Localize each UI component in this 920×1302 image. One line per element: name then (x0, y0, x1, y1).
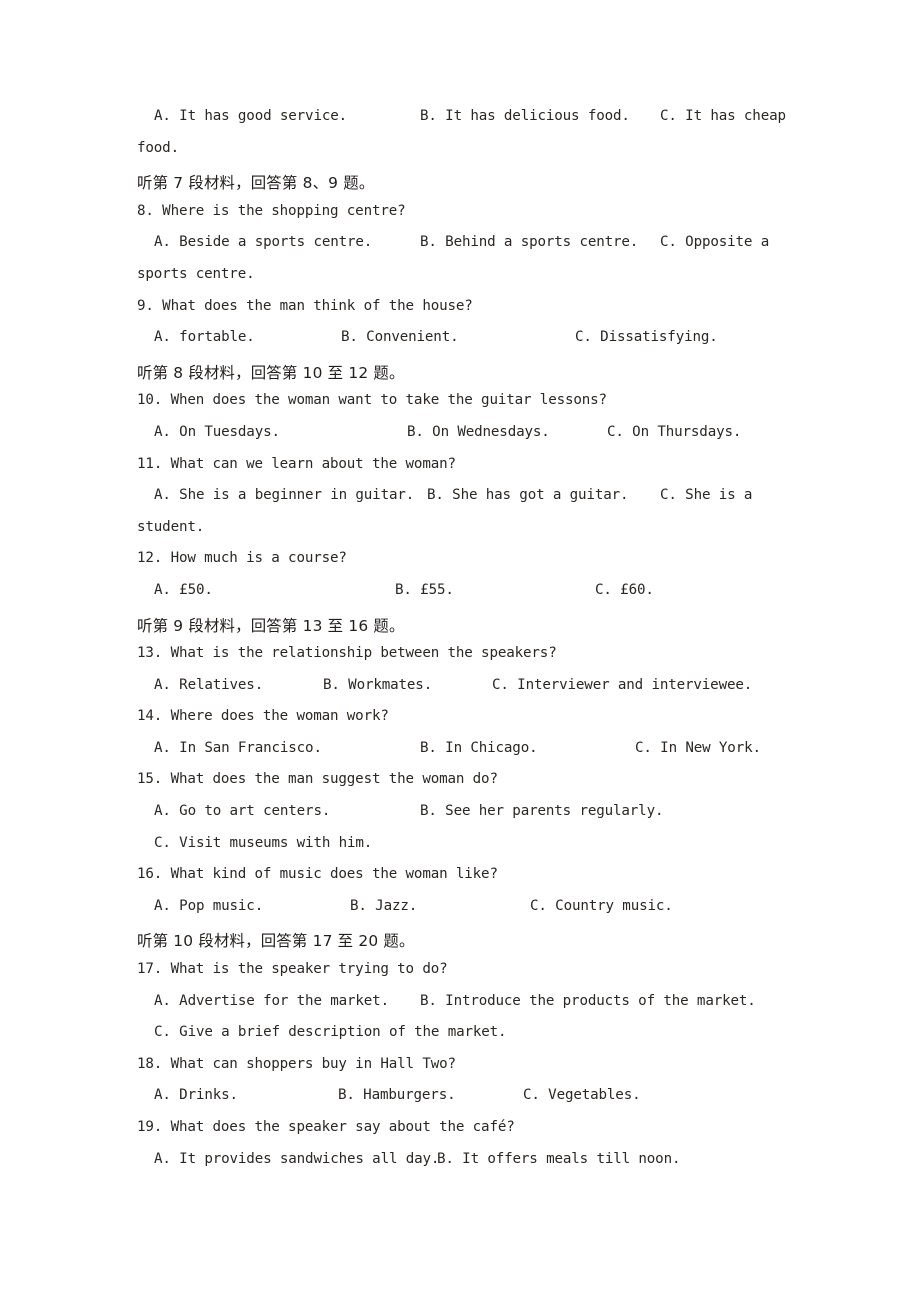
answer-option-a[interactable]: A. Advertise for the market. (154, 993, 389, 1009)
section-header-text: 听第 7 段材料，回答第 8、9 题。 (137, 174, 375, 193)
exam-line-q17-option-c: C. Give a brief description of the marke… (137, 1024, 797, 1056)
answer-option-c[interactable]: C. Give a brief description of the marke… (154, 1024, 507, 1040)
answer-option-b[interactable]: B. She has got a guitar. (427, 487, 629, 503)
exam-line-section-7: 听第 7 段材料，回答第 8、9 题。 (137, 171, 797, 203)
exam-line-section-8: 听第 8 段材料，回答第 10 至 12 题。 (137, 361, 797, 393)
exam-line-q8-options-cont: sports centre. (137, 266, 797, 298)
exam-line-q8-stem: 8. Where is the shopping centre? (137, 203, 797, 235)
exam-line-q7-options: A. It has good service. B. It has delicio… (137, 108, 797, 140)
exam-line-q16-options: A. Pop music. B. Jazz. C. Country music. (137, 898, 797, 930)
question-stem-text: 10. When does the woman want to take the… (137, 392, 607, 409)
answer-option-a[interactable]: A. On Tuesdays. (154, 424, 280, 440)
exam-line-q15-options: A. Go to art centers. B. See her parents … (137, 803, 797, 835)
exam-line-q13-options: A. Relatives. B. Workmates. C. Interviewer… (137, 677, 797, 709)
exam-line-q10-stem: 10. When does the woman want to take the… (137, 392, 797, 424)
answer-option-a[interactable]: A. Go to art centers. (154, 803, 330, 819)
section-header-text: 听第 8 段材料，回答第 10 至 12 题。 (137, 363, 405, 382)
answer-option-a[interactable]: A. fortable. (154, 329, 255, 345)
exam-line-q16-stem: 16. What kind of music does the woman li… (137, 866, 797, 898)
answer-option-b[interactable]: B. See her parents regularly. (420, 803, 664, 819)
section-header-text: 听第 9 段材料，回答第 13 至 16 题。 (137, 616, 405, 635)
exam-line-q19-options: A. It provides sandwiches all day. B. It … (137, 1151, 797, 1183)
exam-line-q18-stem: 18. What can shoppers buy in Hall Two? (137, 1056, 797, 1088)
exam-line-q8-options: A. Beside a sports centre. B. Behind a sp… (137, 234, 797, 266)
question-stem-text: 17. What is the speaker trying to do? (137, 961, 448, 978)
answer-option-a[interactable]: A. Pop music. (154, 898, 263, 914)
exam-line-q12-stem: 12. How much is a course? (137, 550, 797, 582)
exam-line-q17-stem: 17. What is the speaker trying to do? (137, 961, 797, 993)
question-stem-text: 8. Where is the shopping centre? (137, 202, 406, 219)
exam-line-section-10: 听第 10 段材料，回答第 17 至 20 题。 (137, 929, 797, 961)
answer-option-c[interactable]: C. Opposite a (660, 234, 769, 250)
exam-line-q10-options: A. On Tuesdays. B. On Wednesdays. C. On Th… (137, 424, 797, 456)
answer-option-c[interactable]: C. It has cheap (660, 108, 786, 124)
question-stem-text: 18. What can shoppers buy in Hall Two? (137, 1055, 456, 1072)
answer-option-b[interactable]: B. Behind a sports centre. (420, 234, 638, 250)
exam-line-q9-options: A. fortable. B. Convenient. C. Dissatisfyi… (137, 329, 797, 361)
answer-option-a[interactable]: A. Drinks. (154, 1087, 238, 1103)
answer-option-a[interactable]: A. Beside a sports centre. (154, 234, 372, 250)
exam-line-q7-options-cont: food. (137, 140, 797, 172)
question-stem-text: 14. Where does the woman work? (137, 708, 389, 725)
answer-option-b[interactable]: B. On Wednesdays. (407, 424, 550, 440)
exam-line-q11-options: A. She is a beginner in guitar. B. She ha… (137, 487, 797, 519)
exam-line-q18-options: A. Drinks. B. Hamburgers. C. Vegetables. (137, 1087, 797, 1119)
answer-option-a[interactable]: A. £50. (154, 582, 213, 598)
exam-line-section-9: 听第 9 段材料，回答第 13 至 16 题。 (137, 614, 797, 646)
answer-option-b[interactable]: B. Workmates. (323, 677, 432, 693)
answer-option-a[interactable]: A. Relatives. (154, 677, 263, 693)
exam-line-q12-options: A. £50. B. £55. C. £60. (137, 582, 797, 614)
exam-line-q9-stem: 9. What does the man think of the house? (137, 298, 797, 330)
answer-option-c[interactable]: C. Dissatisfying. (575, 329, 718, 345)
answer-option-b[interactable]: B. It has delicious food. (420, 108, 630, 124)
exam-line-q19-stem: 19. What does the speaker say about the … (137, 1119, 797, 1151)
exam-line-q13-stem: 13. What is the relationship between the… (137, 645, 797, 677)
exam-line-q11-stem: 11. What can we learn about the woman? (137, 456, 797, 488)
answer-option-c[interactable]: C. In New York. (635, 740, 761, 756)
exam-line-q15-stem: 15. What does the man suggest the woman … (137, 771, 797, 803)
answer-option-c[interactable]: C. Country music. (530, 898, 673, 914)
question-stem-text: 11. What can we learn about the woman? (137, 455, 456, 472)
answer-option-c[interactable]: C. Vegetables. (523, 1087, 641, 1103)
wrapped-text: food. (137, 139, 179, 156)
exam-line-q11-options-cont: student. (137, 519, 797, 551)
exam-line-q17-options: A. Advertise for the market. B. Introduce… (137, 993, 797, 1025)
question-stem-text: 12. How much is a course? (137, 550, 347, 567)
answer-option-c[interactable]: C. Interviewer and interviewee. (492, 677, 752, 693)
answer-option-c[interactable]: C. She is a (660, 487, 752, 503)
exam-line-q15-option-c: C. Visit museums with him. (137, 835, 797, 867)
exam-line-q14-options: A. In San Francisco. B. In Chicago. C. In … (137, 740, 797, 772)
answer-option-c[interactable]: C. Visit museums with him. (154, 835, 372, 851)
question-stem-text: 19. What does the speaker say about the … (137, 1119, 515, 1135)
answer-option-b[interactable]: B. Convenient. (341, 329, 459, 345)
answer-option-c[interactable]: C. £60. (595, 582, 654, 598)
question-stem-text: 13. What is the relationship between the… (137, 645, 557, 662)
answer-option-a[interactable]: A. She is a beginner in guitar. (154, 487, 414, 503)
answer-option-b[interactable]: B. In Chicago. (420, 740, 538, 756)
answer-option-b[interactable]: B. Introduce the products of the market. (420, 993, 756, 1009)
question-stem-text: 9. What does the man think of the house? (137, 297, 473, 314)
exam-page: A. It has good service. B. It has delicio… (0, 0, 920, 1302)
question-stem-text: 16. What kind of music does the woman li… (137, 866, 498, 883)
section-header-text: 听第 10 段材料，回答第 17 至 20 题。 (137, 932, 415, 951)
answer-option-a[interactable]: A. It has good service. (154, 108, 347, 124)
answer-option-b[interactable]: B. Hamburgers. (338, 1087, 456, 1103)
wrapped-text: sports centre. (137, 265, 255, 282)
question-stem-text: 15. What does the man suggest the woman … (137, 771, 498, 788)
answer-option-c[interactable]: C. On Thursdays. (607, 424, 741, 440)
exam-content: A. It has good service. B. It has delicio… (137, 108, 797, 1182)
answer-option-a[interactable]: A. It provides sandwiches all day. (154, 1151, 439, 1167)
answer-option-b[interactable]: B. £55. (395, 582, 454, 598)
answer-option-a[interactable]: A. In San Francisco. (154, 740, 322, 756)
exam-line-q14-stem: 14. Where does the woman work? (137, 708, 797, 740)
answer-option-b[interactable]: B. Jazz. (350, 898, 417, 914)
wrapped-text: student. (137, 518, 205, 535)
answer-option-b[interactable]: B. It offers meals till noon. (437, 1151, 681, 1167)
